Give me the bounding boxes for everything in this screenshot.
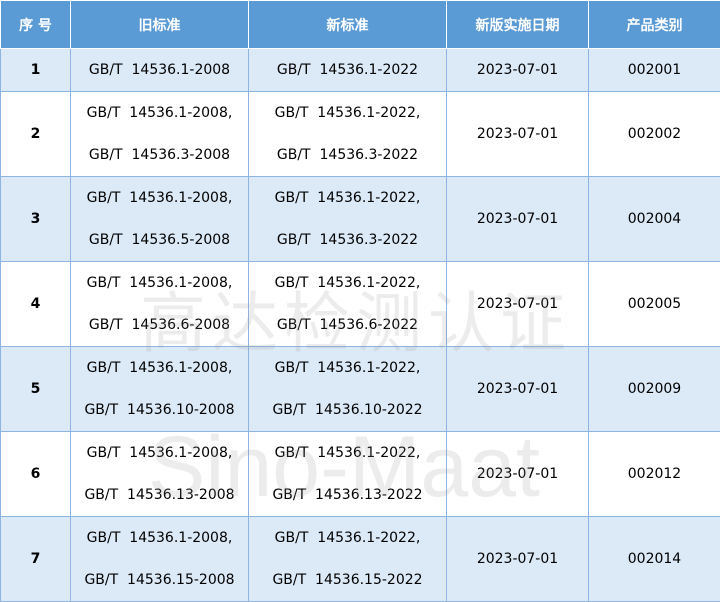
new-standard-line: GB/T 14536.13-2022 — [249, 474, 446, 516]
old-standard-line: GB/T 14536.1-2008, — [71, 262, 248, 304]
new-standard-line: GB/T 14536.1-2022, — [249, 92, 446, 134]
table-row: 2GB/T 14536.1-2008,GB/T 14536.3-2008GB/T… — [1, 92, 720, 177]
product-category-cell: 002001 — [589, 49, 720, 92]
old-standard-cell: GB/T 14536.1-2008 — [71, 49, 249, 92]
new-standard-line: GB/T 14536.3-2022 — [249, 219, 446, 261]
old-standard-cell: GB/T 14536.1-2008,GB/T 14536.13-2008 — [71, 432, 249, 517]
old-standard-cell: GB/T 14536.1-2008,GB/T 14536.3-2008 — [71, 92, 249, 177]
new-standard-line: GB/T 14536.1-2022, — [249, 432, 446, 474]
product-category-cell: 002012 — [589, 432, 720, 517]
old-standard-cell: GB/T 14536.1-2008,GB/T 14536.10-2008 — [71, 347, 249, 432]
old-standard-line: GB/T 14536.5-2008 — [71, 219, 248, 261]
old-standard-line: GB/T 14536.10-2008 — [71, 389, 248, 431]
row-number: 6 — [1, 432, 71, 517]
product-category-cell: 002002 — [589, 92, 720, 177]
old-standard-line: GB/T 14536.1-2008 — [71, 49, 248, 91]
old-standard-line: GB/T 14536.1-2008, — [71, 92, 248, 134]
row-number: 7 — [1, 517, 71, 602]
old-standard-line: GB/T 14536.1-2008, — [71, 517, 248, 559]
effective-date-cell: 2023-07-01 — [447, 49, 589, 92]
old-standard-line: GB/T 14536.1-2008, — [71, 432, 248, 474]
new-standard-line: GB/T 14536.15-2022 — [249, 559, 446, 601]
new-standard-line: GB/T 14536.1-2022 — [249, 49, 446, 91]
product-category-cell: 002009 — [589, 347, 720, 432]
new-standard-cell: GB/T 14536.1-2022,GB/T 14536.6-2022 — [249, 262, 447, 347]
new-standard-line: GB/T 14536.1-2022, — [249, 517, 446, 559]
standards-table: 序 号 旧标准 新标准 新版实施日期 产品类别 1GB/T 14536.1-20… — [0, 0, 720, 602]
row-number: 4 — [1, 262, 71, 347]
header-row: 序 号 旧标准 新标准 新版实施日期 产品类别 — [1, 1, 720, 49]
new-standard-cell: GB/T 14536.1-2022,GB/T 14536.10-2022 — [249, 347, 447, 432]
effective-date-cell: 2023-07-01 — [447, 92, 589, 177]
row-number: 3 — [1, 177, 71, 262]
old-standard-cell: GB/T 14536.1-2008,GB/T 14536.6-2008 — [71, 262, 249, 347]
new-standard-line: GB/T 14536.10-2022 — [249, 389, 446, 431]
table-row: 7GB/T 14536.1-2008,GB/T 14536.15-2008GB/… — [1, 517, 720, 602]
new-standard-line: GB/T 14536.3-2022 — [249, 134, 446, 176]
old-standard-line: GB/T 14536.1-2008, — [71, 177, 248, 219]
header-old-standard: 旧标准 — [71, 1, 249, 49]
table-row: 1GB/T 14536.1-2008GB/T 14536.1-20222023-… — [1, 49, 720, 92]
table-row: 5GB/T 14536.1-2008,GB/T 14536.10-2008GB/… — [1, 347, 720, 432]
row-number: 2 — [1, 92, 71, 177]
new-standard-cell: GB/T 14536.1-2022 — [249, 49, 447, 92]
product-category-cell: 002005 — [589, 262, 720, 347]
effective-date-cell: 2023-07-01 — [447, 432, 589, 517]
old-standard-line: GB/T 14536.6-2008 — [71, 304, 248, 346]
new-standard-line: GB/T 14536.1-2022, — [249, 262, 446, 304]
new-standard-line: GB/T 14536.1-2022, — [249, 177, 446, 219]
effective-date-cell: 2023-07-01 — [447, 177, 589, 262]
old-standard-cell: GB/T 14536.1-2008,GB/T 14536.15-2008 — [71, 517, 249, 602]
header-effective-date: 新版实施日期 — [447, 1, 589, 49]
header-product-category: 产品类别 — [589, 1, 720, 49]
effective-date-cell: 2023-07-01 — [447, 517, 589, 602]
table-row: 3GB/T 14536.1-2008,GB/T 14536.5-2008GB/T… — [1, 177, 720, 262]
table-row: 4GB/T 14536.1-2008,GB/T 14536.6-2008GB/T… — [1, 262, 720, 347]
new-standard-line: GB/T 14536.1-2022, — [249, 347, 446, 389]
header-new-standard: 新标准 — [249, 1, 447, 49]
row-number: 1 — [1, 49, 71, 92]
row-number: 5 — [1, 347, 71, 432]
new-standard-line: GB/T 14536.6-2022 — [249, 304, 446, 346]
old-standard-cell: GB/T 14536.1-2008,GB/T 14536.5-2008 — [71, 177, 249, 262]
product-category-cell: 002014 — [589, 517, 720, 602]
old-standard-line: GB/T 14536.13-2008 — [71, 474, 248, 516]
effective-date-cell: 2023-07-01 — [447, 262, 589, 347]
table-row: 6GB/T 14536.1-2008,GB/T 14536.13-2008GB/… — [1, 432, 720, 517]
product-category-cell: 002004 — [589, 177, 720, 262]
effective-date-cell: 2023-07-01 — [447, 347, 589, 432]
new-standard-cell: GB/T 14536.1-2022,GB/T 14536.13-2022 — [249, 432, 447, 517]
header-no: 序 号 — [1, 1, 71, 49]
new-standard-cell: GB/T 14536.1-2022,GB/T 14536.15-2022 — [249, 517, 447, 602]
new-standard-cell: GB/T 14536.1-2022,GB/T 14536.3-2022 — [249, 92, 447, 177]
new-standard-cell: GB/T 14536.1-2022,GB/T 14536.3-2022 — [249, 177, 447, 262]
old-standard-line: GB/T 14536.3-2008 — [71, 134, 248, 176]
old-standard-line: GB/T 14536.1-2008, — [71, 347, 248, 389]
old-standard-line: GB/T 14536.15-2008 — [71, 559, 248, 601]
